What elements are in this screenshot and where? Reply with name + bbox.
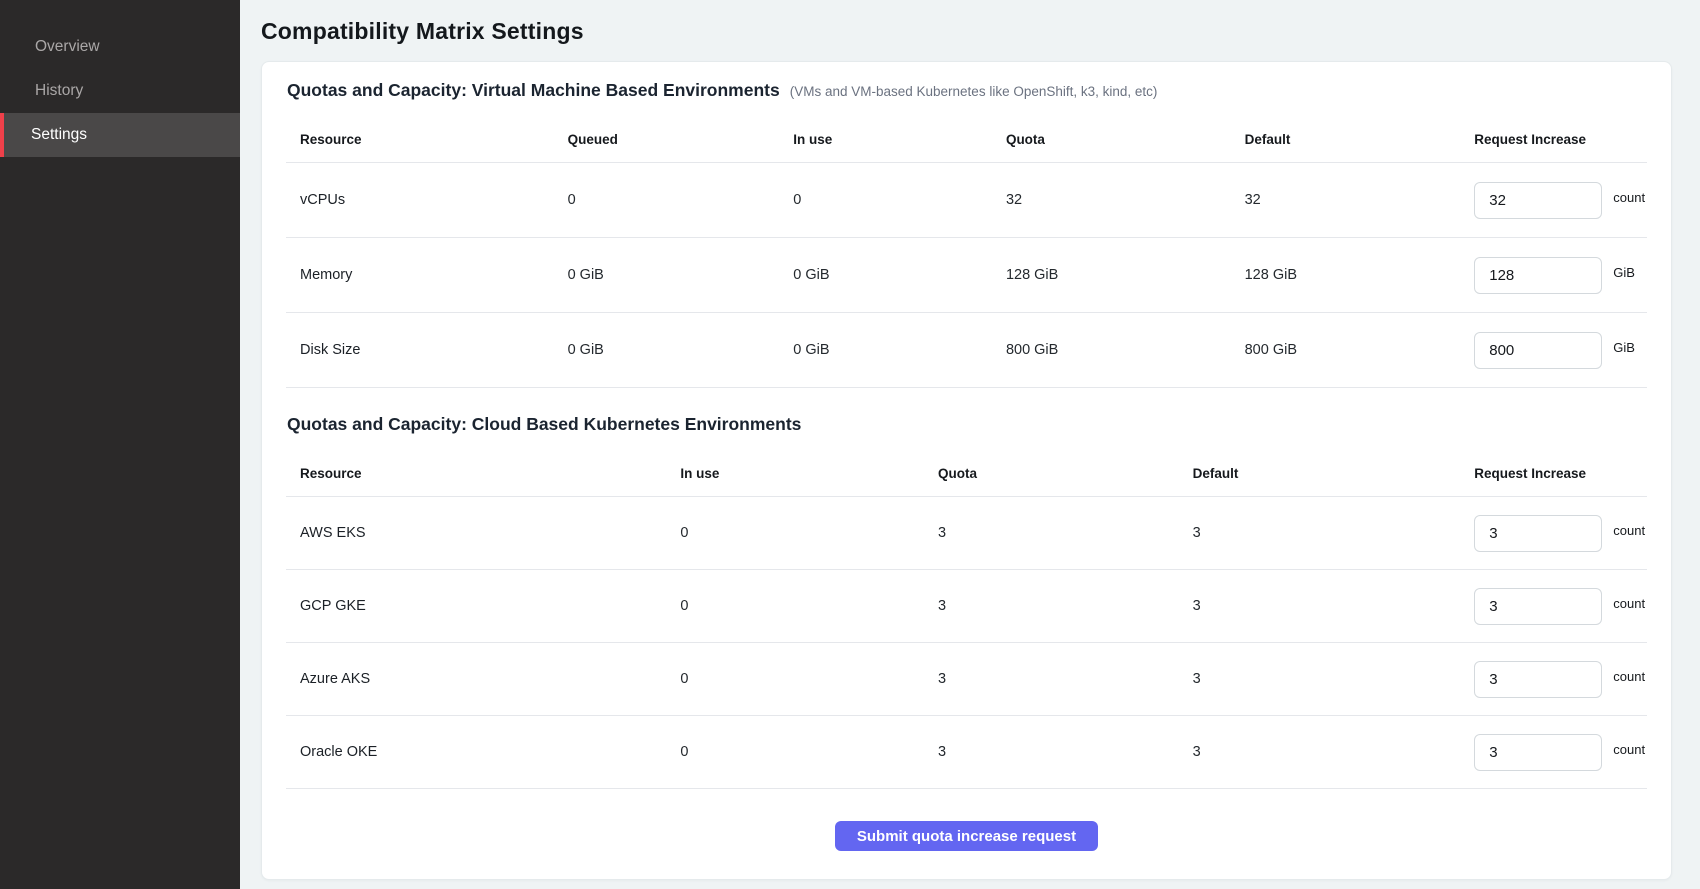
unit-label: count	[1613, 596, 1645, 611]
sidebar-item-history[interactable]: History	[0, 69, 240, 113]
request-increase-cell: GiB	[1474, 332, 1647, 369]
unit-label: GiB	[1613, 265, 1635, 280]
default-cell: 800 GiB	[1245, 342, 1475, 358]
in-use-cell: 0 GiB	[793, 267, 1006, 283]
table-row-aws-eks: AWS EKS 0 3 3 count	[286, 497, 1647, 570]
main-content: Compatibility Matrix Settings Quotas and…	[240, 0, 1700, 889]
sidebar-item-label: Settings	[31, 126, 87, 144]
request-increase-input[interactable]	[1474, 588, 1602, 625]
quota-cell: 3	[938, 744, 1193, 760]
request-increase-cell: count	[1474, 588, 1647, 625]
resource-cell: Azure AKS	[300, 671, 680, 687]
column-header-default: Default	[1245, 132, 1475, 147]
request-increase-cell: count	[1474, 182, 1647, 219]
resource-cell: GCP GKE	[300, 598, 680, 614]
submit-quota-increase-button[interactable]: Submit quota increase request	[835, 821, 1098, 851]
quota-cell: 128 GiB	[1006, 267, 1245, 283]
in-use-cell: 0	[680, 744, 938, 760]
table-row-memory: Memory 0 GiB 0 GiB 128 GiB 128 GiB GiB	[286, 238, 1647, 313]
quota-cell: 32	[1006, 192, 1245, 208]
column-header-quota: Quota	[938, 466, 1193, 481]
column-header-resource: Resource	[300, 466, 680, 481]
vm-quota-table: Resource Queued In use Quota Default Req…	[286, 117, 1647, 388]
column-header-quota: Quota	[1006, 132, 1245, 147]
request-increase-input[interactable]	[1474, 257, 1602, 294]
request-increase-input[interactable]	[1474, 661, 1602, 698]
cloud-quota-table: Resource In use Quota Default Request In…	[286, 451, 1647, 789]
queued-cell: 0 GiB	[568, 267, 794, 283]
resource-cell: Disk Size	[300, 342, 568, 358]
column-header-request-increase: Request Increase	[1474, 132, 1647, 147]
table-row-gcp-gke: GCP GKE 0 3 3 count	[286, 570, 1647, 643]
sidebar-item-label: History	[35, 82, 83, 100]
table-row-oracle-oke: Oracle OKE 0 3 3 count	[286, 716, 1647, 789]
vm-section-heading: Quotas and Capacity: Virtual Machine Bas…	[287, 80, 780, 101]
request-increase-cell: count	[1474, 515, 1647, 552]
column-header-queued: Queued	[568, 132, 794, 147]
in-use-cell: 0	[680, 671, 938, 687]
cloud-section-heading-row: Quotas and Capacity: Cloud Based Kuberne…	[286, 414, 1647, 435]
request-increase-input[interactable]	[1474, 182, 1602, 219]
resource-cell: vCPUs	[300, 192, 568, 208]
unit-label: count	[1613, 742, 1645, 757]
quota-cell: 3	[938, 671, 1193, 687]
sidebar-item-settings[interactable]: Settings	[0, 113, 240, 157]
table-header-row: Resource In use Quota Default Request In…	[286, 451, 1647, 497]
quota-cell: 3	[938, 525, 1193, 541]
vm-section-subheading: (VMs and VM-based Kubernetes like OpenSh…	[790, 84, 1158, 99]
in-use-cell: 0	[793, 192, 1006, 208]
quota-cell: 3	[938, 598, 1193, 614]
default-cell: 3	[1193, 744, 1475, 760]
unit-label: count	[1613, 523, 1645, 538]
table-row-vcpus: vCPUs 0 0 32 32 count	[286, 163, 1647, 238]
in-use-cell: 0 GiB	[793, 342, 1006, 358]
resource-cell: AWS EKS	[300, 525, 680, 541]
default-cell: 128 GiB	[1245, 267, 1475, 283]
sidebar-item-label: Overview	[35, 38, 100, 56]
unit-label: count	[1613, 669, 1645, 684]
in-use-cell: 0	[680, 598, 938, 614]
default-cell: 3	[1193, 598, 1475, 614]
column-header-in-use: In use	[793, 132, 1006, 147]
table-header-row: Resource Queued In use Quota Default Req…	[286, 117, 1647, 163]
default-cell: 3	[1193, 671, 1475, 687]
submit-button-row: Submit quota increase request	[286, 821, 1647, 851]
request-increase-cell: count	[1474, 661, 1647, 698]
request-increase-cell: GiB	[1474, 257, 1647, 294]
column-header-request-increase: Request Increase	[1474, 466, 1647, 481]
queued-cell: 0	[568, 192, 794, 208]
column-header-in-use: In use	[680, 466, 938, 481]
request-increase-input[interactable]	[1474, 332, 1602, 369]
sidebar: Overview History Settings	[0, 0, 240, 889]
unit-label: count	[1613, 190, 1645, 205]
request-increase-input[interactable]	[1474, 515, 1602, 552]
default-cell: 3	[1193, 525, 1475, 541]
column-header-default: Default	[1193, 466, 1475, 481]
unit-label: GiB	[1613, 340, 1635, 355]
vm-section-heading-row: Quotas and Capacity: Virtual Machine Bas…	[286, 80, 1647, 101]
in-use-cell: 0	[680, 525, 938, 541]
cloud-section-heading: Quotas and Capacity: Cloud Based Kuberne…	[287, 414, 801, 435]
quotas-card: Quotas and Capacity: Virtual Machine Bas…	[261, 61, 1672, 880]
queued-cell: 0 GiB	[568, 342, 794, 358]
page-title: Compatibility Matrix Settings	[261, 18, 1672, 45]
sidebar-item-overview[interactable]: Overview	[0, 25, 240, 69]
table-row-azure-aks: Azure AKS 0 3 3 count	[286, 643, 1647, 716]
resource-cell: Oracle OKE	[300, 744, 680, 760]
default-cell: 32	[1245, 192, 1475, 208]
request-increase-cell: count	[1474, 734, 1647, 771]
resource-cell: Memory	[300, 267, 568, 283]
request-increase-input[interactable]	[1474, 734, 1602, 771]
quota-cell: 800 GiB	[1006, 342, 1245, 358]
table-row-disk-size: Disk Size 0 GiB 0 GiB 800 GiB 800 GiB Gi…	[286, 313, 1647, 388]
column-header-resource: Resource	[300, 132, 568, 147]
